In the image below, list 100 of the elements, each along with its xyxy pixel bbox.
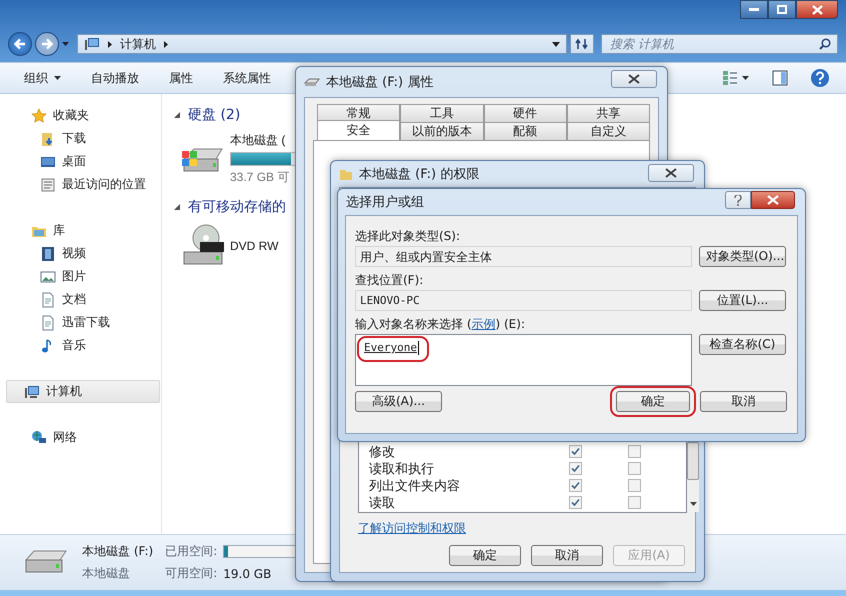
toolbar-button[interactable]: 自动播放 — [83, 66, 147, 90]
checkbox[interactable] — [569, 445, 582, 458]
object-type-field: 用户、组或内置安全主体 — [355, 246, 692, 267]
nav-item[interactable]: 收藏夹 — [6, 104, 160, 127]
chevron-right-icon — [164, 40, 168, 48]
close-button[interactable] — [751, 191, 795, 209]
checkbox[interactable] — [569, 496, 582, 509]
group-header: 有可移动存储的 — [188, 198, 286, 216]
checkbox[interactable] — [628, 479, 641, 492]
field-label: 输入对象名称来选择 (示例) (E): — [355, 316, 526, 332]
nav-item[interactable]: 文档 — [6, 288, 160, 311]
film-icon — [40, 246, 56, 262]
computer-icon — [84, 37, 100, 51]
help-link[interactable]: 了解访问控制和权限 — [358, 520, 466, 537]
nav-item[interactable]: 库 — [6, 219, 160, 242]
locations-button[interactable]: 位置(L)... — [699, 290, 786, 311]
help-button[interactable] — [725, 191, 751, 209]
permission-name: 修改 — [369, 444, 396, 460]
nav-item[interactable]: 音乐 — [6, 334, 160, 357]
dialog-button[interactable]: 取消 — [531, 545, 603, 566]
check-names-button[interactable]: 检查名称(C) — [699, 334, 786, 355]
folder-icon — [339, 167, 353, 181]
field-label: 查找位置(F): — [355, 272, 424, 288]
dropdown-arrow-icon[interactable] — [552, 42, 560, 46]
tab[interactable]: 安全 — [317, 120, 400, 140]
tab[interactable]: 工具 — [400, 104, 484, 122]
minimize-icon — [749, 8, 759, 12]
close-button[interactable] — [611, 70, 657, 88]
minimize-button[interactable] — [740, 0, 768, 19]
toolbar-button[interactable]: 属性 — [161, 66, 201, 90]
object-names-field[interactable]: Everyone — [355, 334, 692, 386]
nav-item[interactable]: 网络 — [6, 426, 160, 449]
object-types-button[interactable]: 对象类型(O)... — [699, 246, 786, 267]
scroll-down-arrow-icon[interactable] — [690, 502, 696, 506]
dropdown-arrow-icon — [62, 42, 69, 46]
collapse-triangle-icon[interactable] — [174, 204, 180, 210]
refresh-arrows-icon — [575, 38, 589, 50]
close-icon — [812, 4, 822, 14]
back-button[interactable] — [8, 32, 32, 56]
group-header: 硬盘 (2) — [188, 106, 240, 124]
close-icon — [628, 74, 640, 84]
checkbox[interactable] — [569, 479, 582, 492]
drive-icon — [304, 77, 320, 87]
checkbox[interactable] — [628, 445, 641, 458]
dialog-title: 本地磁盘 (F:) 属性 — [326, 74, 434, 91]
search-field[interactable]: 搜索 计算机 — [601, 34, 838, 54]
tab[interactable]: 自定义 — [566, 122, 650, 140]
breadcrumb-item[interactable]: 计算机 — [120, 36, 156, 52]
tab[interactable]: 配额 — [484, 122, 567, 140]
forward-button[interactable] — [35, 32, 59, 56]
advanced-button[interactable]: 高级(A)... — [355, 391, 442, 412]
drive-name: DVD RW — [230, 239, 278, 253]
search-icon — [819, 38, 831, 50]
star-icon — [31, 108, 47, 124]
maximize-button[interactable] — [768, 0, 796, 19]
maximize-icon — [777, 5, 787, 14]
nav-item[interactable]: 最近访问的位置 — [6, 173, 160, 196]
ok-button[interactable]: 确定 — [616, 391, 690, 412]
checkbox[interactable] — [628, 462, 641, 475]
permission-name: 读取和执行 — [369, 460, 435, 478]
close-icon — [665, 168, 677, 178]
nav-item[interactable]: 图片 — [6, 265, 160, 288]
tab[interactable]: 硬件 — [484, 104, 567, 122]
chevron-right-icon — [108, 40, 112, 48]
nav-item[interactable]: 计算机 — [6, 380, 160, 403]
nav-item[interactable]: 迅雷下载 — [6, 311, 160, 334]
preview-pane-icon — [772, 70, 788, 86]
network-icon — [31, 430, 47, 446]
toolbar-button[interactable]: 组织 — [16, 66, 69, 90]
view-list-icon — [722, 70, 750, 86]
free-space-value: 19.0 GB — [223, 566, 272, 580]
refresh-button[interactable] — [570, 34, 594, 54]
collapse-triangle-icon[interactable] — [174, 112, 180, 118]
forward-arrow-icon — [41, 38, 53, 50]
nav-item[interactable]: 下载 — [6, 127, 160, 150]
checkbox[interactable] — [628, 496, 641, 509]
tab[interactable]: 以前的版本 — [400, 122, 484, 140]
close-button[interactable] — [648, 164, 694, 182]
document-icon — [40, 314, 56, 330]
tab[interactable]: 共享 — [566, 104, 650, 122]
recent-places-icon — [40, 176, 56, 192]
computer-icon — [24, 384, 40, 400]
free-space-label: 可用空间: — [165, 565, 218, 582]
permission-name: 读取 — [369, 494, 396, 512]
question-mark-icon — [734, 194, 742, 206]
nav-item[interactable]: 桌面 — [6, 150, 160, 173]
back-arrow-icon — [14, 38, 26, 50]
dialog-button[interactable]: 确定 — [449, 545, 521, 566]
close-button[interactable] — [796, 0, 838, 19]
nav-item[interactable]: 视频 — [6, 242, 160, 265]
examples-link[interactable]: 示例 — [472, 317, 496, 331]
drive-name: 本地磁盘 (F:) — [82, 543, 154, 560]
help-icon — [810, 68, 830, 88]
cancel-button[interactable]: 取消 — [700, 391, 787, 412]
toolbar-button[interactable]: 系统属性 — [215, 66, 279, 90]
dialog-title: 本地磁盘 (F:) 的权限 — [359, 166, 480, 183]
close-icon — [767, 195, 779, 205]
address-bar[interactable]: 计算机 — [77, 34, 567, 54]
checkbox[interactable] — [569, 462, 582, 475]
used-space-label: 已用空间: — [165, 543, 218, 560]
